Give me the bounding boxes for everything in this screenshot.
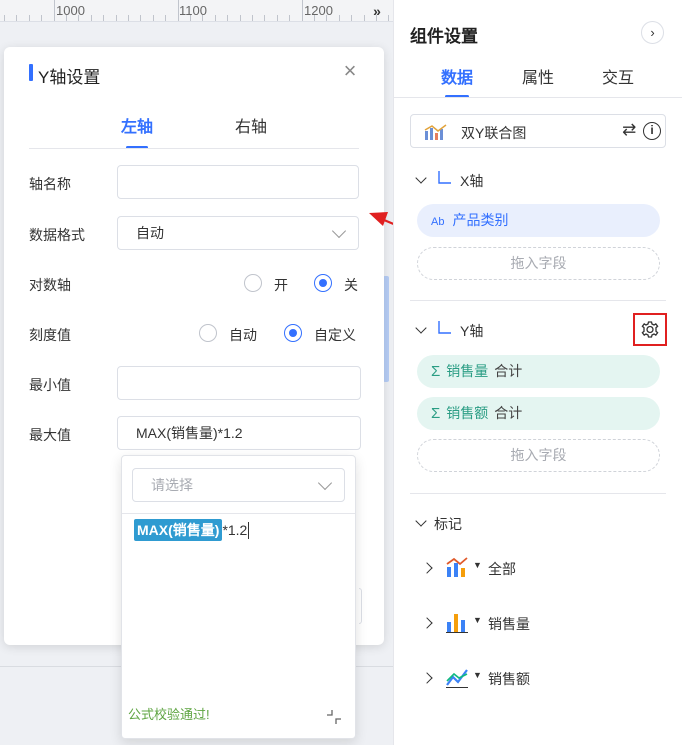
marks-label: 标记 [434,516,462,532]
x-axis-icon [436,170,452,189]
swap-icon[interactable]: ⇄ [622,120,636,140]
mark-name: 销售量 [488,616,530,632]
caret-down-icon[interactable]: ▼ [473,670,482,680]
x-axis-field-pill[interactable]: Ab 产品类别 [417,204,660,237]
chevron-right-icon[interactable]: › [641,21,664,44]
caret-down-icon[interactable]: ▼ [473,560,482,570]
y-axis-label: Y轴 [460,323,484,339]
section-divider [410,300,666,301]
sum-icon: Σ [431,363,441,380]
sum-icon: Σ [431,405,441,422]
mark-row-sales-amount: ▼ 销售额 [394,663,682,693]
y-axis-icon [436,320,452,339]
section-divider [410,493,666,494]
y-axis-field-pill[interactable]: Σ 销售额 合计 [417,397,660,430]
info-icon[interactable]: i [643,122,661,140]
tab-properties[interactable]: 属性 [522,64,554,88]
line-chart-icon[interactable] [445,665,469,689]
chart-type-label: 双Y联合图 [461,125,527,141]
tab-interaction[interactable]: 交互 [602,64,634,88]
y-axis-dropzone[interactable]: 拖入字段 [417,439,660,472]
text-field-type-icon: Ab [431,216,445,228]
gear-icon [641,321,659,338]
panel-title: 组件设置 [410,27,478,46]
combo-chart-icon [424,124,448,145]
x-axis-dropzone[interactable]: 拖入字段 [417,247,660,280]
chevron-right-icon[interactable] [421,617,433,629]
chevron-down-icon[interactable] [415,172,427,184]
caret-down-icon[interactable]: ▼ [473,615,482,625]
aggregation: 合计 [494,405,523,421]
mark-row-sales-volume: ▼ 销售量 [394,608,682,638]
chevron-down-icon[interactable] [415,322,427,334]
mark-name: 全部 [488,561,516,577]
bar-chart-icon[interactable] [445,610,469,634]
field-name: 销售量 [446,363,489,379]
field-name: 产品类别 [452,212,509,228]
chevron-right-icon[interactable] [421,672,433,684]
combo-chart-icon[interactable] [445,555,469,579]
y-axis-field-pill[interactable]: Σ 销售量 合计 [417,355,660,388]
field-name: 销售额 [446,405,489,421]
component-settings-panel: 组件设置 › 数据 属性 交互 双Y联合图 ⇄ i X轴 Ab 产品类别 拖入字段… [393,0,682,745]
mark-row-all: ▼ 全部 [394,553,682,583]
chevron-down-icon[interactable] [415,515,427,527]
y-axis-settings-button[interactable] [633,313,667,346]
tab-data[interactable]: 数据 [441,64,473,88]
x-axis-label: X轴 [460,173,484,189]
aggregation: 合计 [494,363,523,379]
mark-name: 销售额 [488,671,530,687]
divider [394,97,682,98]
chart-type-select[interactable]: 双Y联合图 ⇄ i [410,114,666,148]
chevron-right-icon[interactable] [421,562,433,574]
